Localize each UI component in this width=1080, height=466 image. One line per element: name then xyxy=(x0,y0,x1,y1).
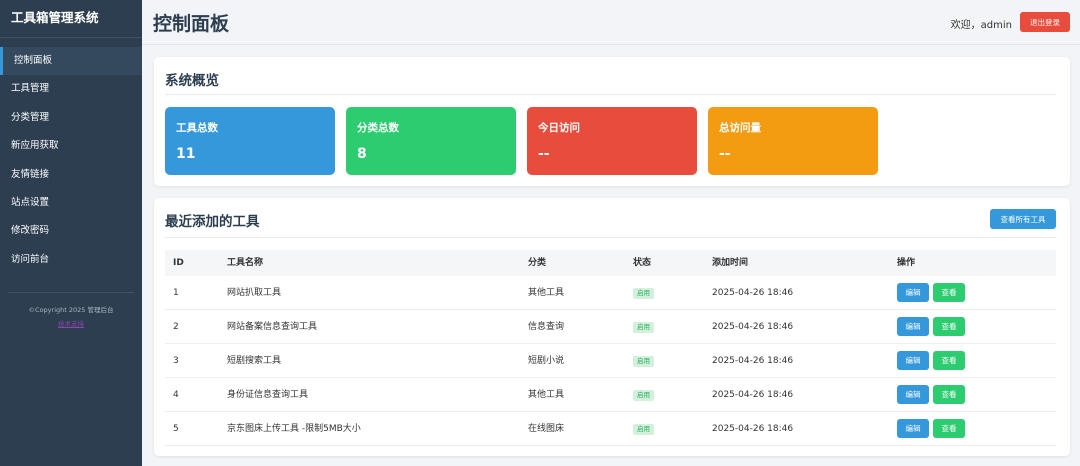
cell-added: 2025-04-26 18:46 xyxy=(712,424,794,434)
column-header-category: 分类 xyxy=(528,258,547,268)
table-row: 5 京东图床上传工具 -限制5MB大小 在线图床 启用 2025-04-26 1… xyxy=(165,412,1056,446)
status-badge: 启用 xyxy=(633,322,654,333)
cell-id: 5 xyxy=(173,424,179,434)
column-header-added: 添加时间 xyxy=(712,258,749,268)
table-row: 2 网站备案信息查询工具 信息查询 启用 2025-04-26 18:46 编辑… xyxy=(165,310,1056,344)
stat-value: 8 xyxy=(357,146,367,162)
status-badge: 启用 xyxy=(633,288,654,299)
column-header-actions: 操作 xyxy=(897,258,916,268)
sidebar-item-site-settings[interactable]: 站点设置 xyxy=(0,189,142,217)
cell-category: 信息查询 xyxy=(528,322,565,332)
status-badge: 启用 xyxy=(633,390,654,401)
cell-name: 身份证信息查询工具 xyxy=(227,390,309,400)
cell-added: 2025-04-26 18:46 xyxy=(712,288,794,298)
column-header-id: ID xyxy=(173,258,184,268)
sidebar-item-tools[interactable]: 工具管理 xyxy=(0,75,142,103)
cell-category: 在线图床 xyxy=(528,424,565,434)
view-button[interactable]: 查看 xyxy=(933,283,965,302)
cell-id: 2 xyxy=(173,322,179,332)
column-header-status: 状态 xyxy=(633,258,652,268)
edit-button[interactable]: 编辑 xyxy=(897,351,929,370)
edit-button[interactable]: 编辑 xyxy=(897,385,929,404)
stat-label: 总访问量 xyxy=(719,122,761,134)
cell-category: 短剧小说 xyxy=(528,356,565,366)
sidebar-item-friend-links[interactable]: 友情链接 xyxy=(0,161,142,189)
sidebar-item-frontend[interactable]: 访问前台 xyxy=(0,246,142,274)
sidebar-item-new-apps[interactable]: 新应用获取 xyxy=(0,132,142,160)
stat-value: 11 xyxy=(176,146,196,162)
table-row: 3 短剧搜索工具 短剧小说 启用 2025-04-26 18:46 编辑 查看 xyxy=(165,344,1056,378)
sidebar-item-dashboard[interactable]: 控制面板 xyxy=(0,47,142,76)
stat-value: -- xyxy=(538,146,550,162)
copyright-text: ©Copyright 2025 管理后台 xyxy=(28,306,114,315)
edit-button[interactable]: 编辑 xyxy=(897,419,929,438)
cell-name: 短剧搜索工具 xyxy=(227,356,282,366)
overview-title: 系统概览 xyxy=(165,73,219,89)
view-button[interactable]: 查看 xyxy=(933,385,965,404)
welcome-text: 欢迎，admin xyxy=(950,20,1012,31)
brand-title: 工具箱管理系统 xyxy=(0,0,142,38)
sidebar-footer: ©Copyright 2025 管理后台 技术支持 xyxy=(8,292,134,328)
recent-tools-card: 最近添加的工具 查看所有工具 ID 工具名称 分类 状态 添加时间 操作 1 网… xyxy=(154,198,1070,456)
recent-tools-title: 最近添加的工具 xyxy=(165,214,260,230)
cell-id: 4 xyxy=(173,390,179,400)
cell-name: 网站扒取工具 xyxy=(227,288,282,298)
recent-divider xyxy=(165,237,1056,238)
view-all-tools-button[interactable]: 查看所有工具 xyxy=(990,209,1056,229)
view-button[interactable]: 查看 xyxy=(933,351,965,370)
page-title: 控制面板 xyxy=(153,13,230,35)
sidebar: 工具箱管理系统 控制面板 工具管理 分类管理 新应用获取 友情链接 站点设置 修… xyxy=(0,0,142,466)
stat-card-categories: 分类总数 8 xyxy=(346,107,516,175)
footer-link[interactable]: 技术支持 xyxy=(8,318,134,328)
top-header: 控制面板 欢迎，admin 退出登录 xyxy=(142,0,1080,45)
overview-divider xyxy=(165,94,1056,95)
cell-id: 1 xyxy=(173,288,179,298)
table-header: ID 工具名称 分类 状态 添加时间 操作 xyxy=(165,250,1056,276)
status-badge: 启用 xyxy=(633,356,654,367)
stat-label: 工具总数 xyxy=(176,122,218,134)
cell-name: 京东图床上传工具 -限制5MB大小 xyxy=(227,424,361,434)
cell-added: 2025-04-26 18:46 xyxy=(712,322,794,332)
overview-card: 系统概览 工具总数 11 分类总数 8 今日访问 -- 总访问量 -- xyxy=(154,57,1070,186)
column-header-name: 工具名称 xyxy=(227,258,264,268)
stat-label: 分类总数 xyxy=(357,122,399,134)
edit-button[interactable]: 编辑 xyxy=(897,317,929,336)
stat-card-today-visits: 今日访问 -- xyxy=(527,107,697,175)
edit-button[interactable]: 编辑 xyxy=(897,283,929,302)
logout-button[interactable]: 退出登录 xyxy=(1020,12,1070,32)
stat-label: 今日访问 xyxy=(538,122,580,134)
cell-category: 其他工具 xyxy=(528,390,565,400)
view-button[interactable]: 查看 xyxy=(933,419,965,438)
cell-category: 其他工具 xyxy=(528,288,565,298)
stat-card-total-visits: 总访问量 -- xyxy=(708,107,878,175)
view-button[interactable]: 查看 xyxy=(933,317,965,336)
cell-name: 网站备案信息查询工具 xyxy=(227,322,318,332)
cell-added: 2025-04-26 18:46 xyxy=(712,356,794,366)
sidebar-nav: 控制面板 工具管理 分类管理 新应用获取 友情链接 站点设置 修改密码 访问前台 xyxy=(0,47,142,274)
table-row: 1 网站扒取工具 其他工具 启用 2025-04-26 18:46 编辑 查看 xyxy=(165,276,1056,310)
cell-id: 3 xyxy=(173,356,179,366)
cell-added: 2025-04-26 18:46 xyxy=(712,390,794,400)
stat-value: -- xyxy=(719,146,731,162)
status-badge: 启用 xyxy=(633,424,654,435)
table-row: 4 身份证信息查询工具 其他工具 启用 2025-04-26 18:46 编辑 … xyxy=(165,378,1056,412)
stat-card-tools: 工具总数 11 xyxy=(165,107,335,175)
sidebar-item-categories[interactable]: 分类管理 xyxy=(0,104,142,132)
sidebar-item-change-password[interactable]: 修改密码 xyxy=(0,217,142,245)
